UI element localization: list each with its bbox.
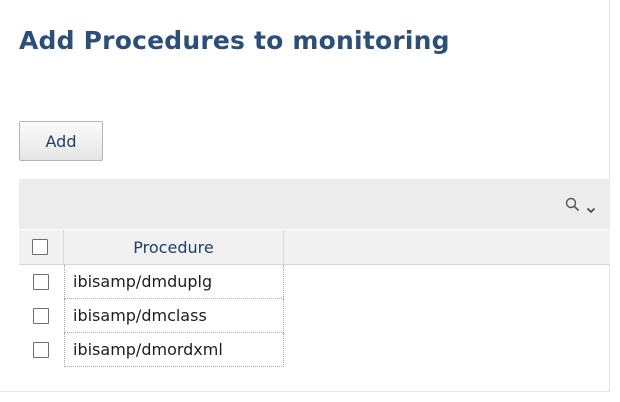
page-title: Add Procedures to monitoring [19,26,450,55]
add-button[interactable]: Add [19,121,103,161]
procedure-list: ibisamp/dmduplg ibisamp/dmclass ibisamp/… [19,265,285,367]
select-all-checkbox[interactable] [32,239,48,255]
procedure-name: ibisamp/dmclass [64,299,284,333]
row-checkbox[interactable] [33,342,49,358]
row-checkbox[interactable] [33,308,49,324]
select-all-cell [19,230,64,264]
row-checkbox-cell [19,299,64,333]
row-checkbox-cell [19,333,64,367]
table-row[interactable]: ibisamp/dmduplg [19,265,285,299]
row-checkbox[interactable] [33,274,49,290]
procedure-name: ibisamp/dmordxml [64,333,284,367]
chevron-down-icon[interactable] [586,200,596,214]
row-checkbox-cell [19,265,64,299]
procedure-name: ibisamp/dmduplg [64,265,284,299]
grid-toolbar [19,179,610,229]
table-row[interactable]: ibisamp/dmordxml [19,333,285,367]
page-frame: Add Procedures to monitoring Add Procedu… [0,0,610,392]
column-header-procedure[interactable]: Procedure [64,230,284,264]
search-icon[interactable] [565,197,580,212]
grid-header: Procedure [19,230,610,265]
table-row[interactable]: ibisamp/dmclass [19,299,285,333]
